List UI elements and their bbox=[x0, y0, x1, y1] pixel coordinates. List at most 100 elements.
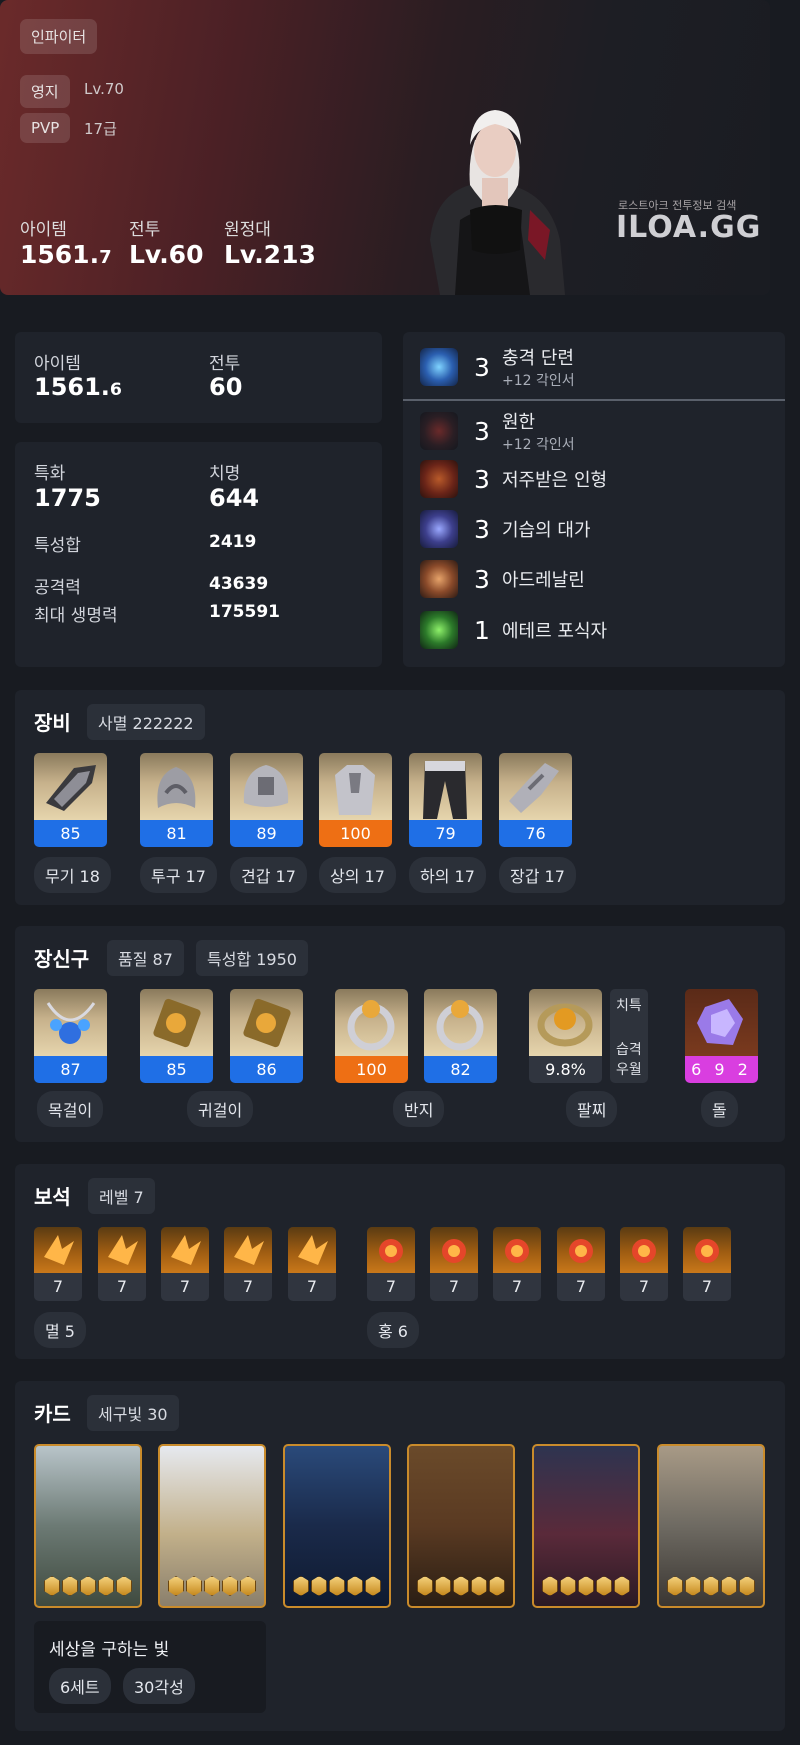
equipment-label-chest: 상의 17 bbox=[319, 857, 396, 893]
engraving-row[interactable]: 3 충격 단련 +12 각인서 bbox=[420, 344, 575, 390]
armored-warrior-card-icon[interactable] bbox=[407, 1444, 515, 1608]
gloves-icon bbox=[499, 753, 572, 820]
attack-label: 공격력 bbox=[34, 578, 81, 598]
equipment-shoulder[interactable]: 89 bbox=[230, 753, 303, 847]
gem-crimson[interactable]: 7 bbox=[683, 1227, 731, 1301]
hooded-man-card-icon[interactable] bbox=[532, 1444, 640, 1608]
crimson-gem-icon bbox=[430, 1227, 478, 1273]
adrenaline-icon bbox=[420, 560, 458, 598]
gem-doom[interactable]: 7 bbox=[224, 1227, 272, 1301]
gem-crimson[interactable]: 7 bbox=[367, 1227, 415, 1301]
gem-level: 7 bbox=[179, 1277, 191, 1296]
crit-value: 644 bbox=[209, 484, 260, 512]
quality-bar: 89 bbox=[230, 820, 303, 847]
dark-knight-card-icon[interactable] bbox=[283, 1444, 391, 1608]
stats-panel: 특화 1775 치명 644 특성합 2419 공격력 43639 최대 생명력… bbox=[15, 442, 382, 667]
gem-crimson[interactable]: 7 bbox=[493, 1227, 541, 1301]
engraving-level: 3 bbox=[474, 464, 490, 494]
doom-gem-icon bbox=[224, 1227, 272, 1273]
ring-icon bbox=[335, 989, 408, 1056]
doom-gem-icon bbox=[161, 1227, 209, 1273]
equipment-weapon[interactable]: 85 bbox=[34, 753, 107, 847]
equipment-label-gloves: 장갑 17 bbox=[499, 857, 576, 893]
accessories-panel: 장신구 품질 87 특성합 1950 87 85 86 100 82 9.8% … bbox=[15, 926, 785, 1142]
bracelet-tag-crit-spec: 치특 bbox=[616, 998, 642, 1014]
gems-level-badge: 레벨 7 bbox=[88, 1178, 155, 1214]
equipment-label-weapon: 무기 18 bbox=[34, 857, 111, 893]
gem-doom[interactable]: 7 bbox=[288, 1227, 336, 1301]
crimson-gem-icon bbox=[367, 1227, 415, 1273]
equipment-label-pants: 하의 17 bbox=[409, 857, 486, 893]
ability-stone[interactable]: 6 9 2 bbox=[685, 989, 758, 1083]
equipment-gloves[interactable]: 76 bbox=[499, 753, 572, 847]
equipment-label-helmet: 투구 17 bbox=[140, 857, 217, 893]
engraving-row[interactable]: 3 저주받은 인형 bbox=[420, 456, 607, 502]
grudge-icon bbox=[420, 412, 458, 450]
engraving-row[interactable]: 3 기습의 대가 bbox=[420, 506, 591, 552]
gem-crimson[interactable]: 7 bbox=[430, 1227, 478, 1301]
brand-logo: ILOA.GG bbox=[616, 210, 762, 245]
gem-level: 7 bbox=[511, 1277, 523, 1296]
engraving-level: 3 bbox=[474, 564, 490, 594]
max-hp-label: 최대 생명력 bbox=[34, 606, 118, 626]
engraving-book: +12 각인서 bbox=[502, 437, 575, 453]
equipment-chest[interactable]: 100 bbox=[319, 753, 392, 847]
equipment-panel: 장비 사멸 222222 85 81 89 100 79 76 무기 18 투구… bbox=[15, 690, 785, 905]
gems-panel: 보석 레벨 7 7 7 7 7 7 7 7 7 7 7 7 멸 5 홍 6 bbox=[15, 1164, 785, 1359]
equipment-title: 장비 bbox=[34, 711, 71, 735]
angel-card-icon[interactable] bbox=[158, 1444, 266, 1608]
chest-armor-icon bbox=[319, 753, 392, 820]
quality-bar: 81 bbox=[140, 820, 213, 847]
engraving-row[interactable]: 1 에테르 포식자 bbox=[420, 607, 607, 653]
accessory-ring[interactable]: 82 bbox=[424, 989, 497, 1083]
gem-doom[interactable]: 7 bbox=[34, 1227, 82, 1301]
estate-level: Lv.70 bbox=[84, 80, 124, 98]
accessory-ring[interactable]: 100 bbox=[335, 989, 408, 1083]
spec-value: 1775 bbox=[34, 484, 101, 512]
equipment-helmet[interactable]: 81 bbox=[140, 753, 213, 847]
elf-card-icon[interactable] bbox=[34, 1444, 142, 1608]
equipment-pants[interactable]: 79 bbox=[409, 753, 482, 847]
gems-title: 보석 bbox=[34, 1185, 71, 1209]
estate-badge: 영지 bbox=[20, 75, 70, 108]
gem-crimson[interactable]: 7 bbox=[620, 1227, 668, 1301]
ring-icon bbox=[424, 989, 497, 1056]
accessories-title: 장신구 bbox=[34, 947, 90, 971]
gem-crimson[interactable]: 7 bbox=[557, 1227, 605, 1301]
accessory-bracelet[interactable]: 9.8% bbox=[529, 989, 602, 1083]
quality-bar: 76 bbox=[499, 820, 572, 847]
pants-icon bbox=[409, 753, 482, 820]
cursed-doll-icon bbox=[420, 460, 458, 498]
helmet-icon bbox=[140, 753, 213, 820]
engraving-name: 기습의 대가 bbox=[502, 520, 591, 541]
accessory-earring[interactable]: 86 bbox=[230, 989, 303, 1083]
crimson-gem-icon bbox=[620, 1227, 668, 1273]
earring-icon bbox=[230, 989, 303, 1056]
accessory-label-earrings: 귀걸이 bbox=[187, 1091, 254, 1127]
engraving-row[interactable]: 3 원한 +12 각인서 bbox=[420, 408, 575, 454]
spec-label: 특화 bbox=[34, 464, 66, 484]
gem-level: 7 bbox=[242, 1277, 254, 1296]
accessory-label-stone: 돌 bbox=[701, 1091, 738, 1127]
hero-item-label: 아이템 bbox=[20, 220, 67, 240]
gem-doom[interactable]: 7 bbox=[98, 1227, 146, 1301]
gem-level: 7 bbox=[575, 1277, 587, 1296]
card-awakening-stars bbox=[44, 1576, 132, 1596]
card-set-info: 세상을 구하는 빛 6세트 30각성 bbox=[34, 1621, 266, 1713]
ability-stone-value: 6 9 2 bbox=[685, 1056, 758, 1083]
engraving-row[interactable]: 3 아드레날린 bbox=[420, 556, 585, 602]
knight-card-icon[interactable] bbox=[657, 1444, 765, 1608]
quality-bar: 87 bbox=[34, 1056, 107, 1083]
doom-gem-icon bbox=[288, 1227, 336, 1273]
engraving-name: 원한 bbox=[502, 412, 536, 433]
gem-level: 7 bbox=[638, 1277, 650, 1296]
gem-doom[interactable]: 7 bbox=[161, 1227, 209, 1301]
hero-item-level: 1561.7 bbox=[20, 240, 112, 269]
accessory-necklace[interactable]: 87 bbox=[34, 989, 107, 1083]
engraving-level: 3 bbox=[474, 514, 490, 544]
equipment-set-badge: 사멸 222222 bbox=[87, 704, 205, 740]
accessory-earring[interactable]: 85 bbox=[140, 989, 213, 1083]
quality-bar: 100 bbox=[319, 820, 392, 847]
doom-gem-icon bbox=[34, 1227, 82, 1273]
card-awakening-stars bbox=[417, 1576, 505, 1596]
